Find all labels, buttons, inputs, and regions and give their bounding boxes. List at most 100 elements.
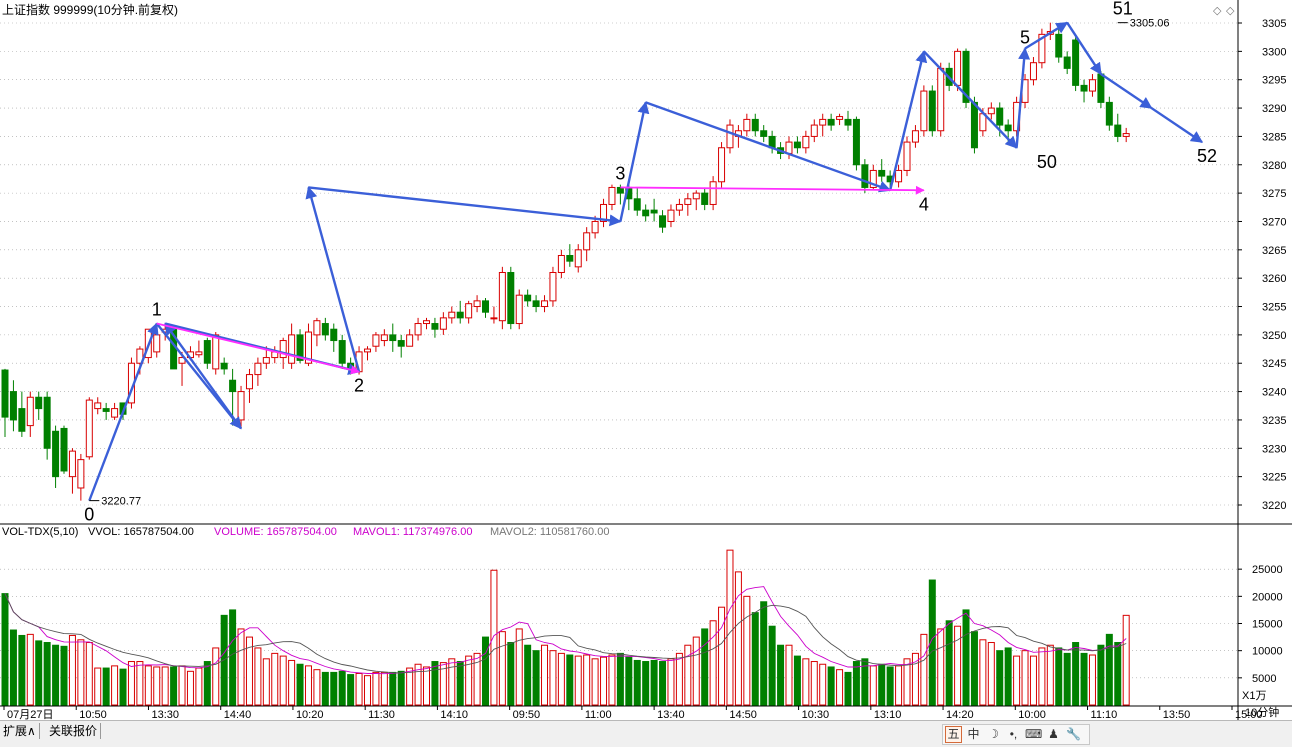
volume-tick-label: 15000 xyxy=(1252,619,1283,631)
time-label: 14:20 xyxy=(946,709,974,720)
candle-body xyxy=(1114,124,1122,137)
candle-body xyxy=(35,396,43,410)
candle-body xyxy=(321,323,329,336)
candle-body xyxy=(701,192,709,205)
volume-bar xyxy=(448,658,456,706)
candle-body xyxy=(810,124,818,137)
volume-bar xyxy=(1097,644,1105,706)
volume-bar xyxy=(237,628,245,706)
candle-body xyxy=(229,379,237,393)
wrench-icon[interactable]: 🔧 xyxy=(1065,726,1082,743)
volume-bar xyxy=(161,666,169,706)
volume-bar xyxy=(389,671,397,706)
volume-bar xyxy=(94,667,102,706)
tab-expand[interactable]: 扩展∧ xyxy=(0,723,40,739)
candle-body xyxy=(709,181,717,205)
moon-icon[interactable]: ☽ xyxy=(985,726,1002,743)
volume-bar xyxy=(970,631,978,706)
volume-bar xyxy=(1,593,9,706)
candle-body xyxy=(406,334,414,347)
volume-tick-label: 5000 xyxy=(1252,673,1276,685)
candle-body xyxy=(313,320,321,336)
volume-bar xyxy=(793,655,801,706)
diamond-icon[interactable]: ◇ xyxy=(1226,5,1235,17)
price-tick-label: 3275 xyxy=(1262,188,1286,200)
volume-bar xyxy=(119,668,127,706)
candle-body xyxy=(473,300,481,308)
candle-body xyxy=(431,323,439,330)
volume-bar xyxy=(321,671,329,706)
price-tick-label: 3235 xyxy=(1262,415,1286,427)
candle-body xyxy=(254,362,262,376)
diamond-icon[interactable]: ◇ xyxy=(1213,5,1222,17)
candle-body xyxy=(245,374,253,390)
volume-bar xyxy=(819,663,827,706)
candle-body xyxy=(802,135,810,149)
candle-body xyxy=(718,147,726,183)
five-icon[interactable]: 五 xyxy=(945,726,962,743)
candle-body xyxy=(338,340,346,364)
volume-bar xyxy=(111,665,119,706)
candle-body xyxy=(684,198,692,205)
volume-bar xyxy=(136,661,144,706)
volume-bar xyxy=(608,654,616,706)
volume-bar xyxy=(473,652,481,706)
volume-bar xyxy=(878,663,886,706)
candle-body xyxy=(1029,62,1037,81)
volume-bar xyxy=(996,650,1004,706)
status-bar: 扩展∧ 关联报价 五 中 ☽ •, ⌨ ♟ 🔧 xyxy=(0,720,1292,747)
volume-bar xyxy=(431,661,439,706)
candle-body xyxy=(1122,133,1130,137)
volume-bar xyxy=(35,640,43,706)
volume-bar xyxy=(144,665,152,706)
wave-label: 51 xyxy=(1113,0,1133,19)
volume-bar xyxy=(212,647,220,706)
candle-body xyxy=(1055,33,1063,58)
volume-bar xyxy=(675,652,683,706)
volume-bar xyxy=(338,670,346,706)
stock-chart[interactable]: 0 1 2 3 4 5 50 51 52 3220 3225 3230 3235 3240 3245 325… xyxy=(0,0,1292,720)
volume-bar xyxy=(262,658,270,706)
candle-body xyxy=(827,118,835,126)
candle-body xyxy=(9,391,17,421)
candle-body xyxy=(911,130,919,143)
candle-body xyxy=(557,254,565,274)
volume-bar xyxy=(718,606,726,706)
volume-bar xyxy=(397,670,405,706)
volume-tick-label: 10000 xyxy=(1252,646,1283,658)
volume-bar xyxy=(1105,633,1113,706)
candle-body xyxy=(675,203,683,211)
zhong-icon[interactable]: 中 xyxy=(965,726,982,743)
volume-bar xyxy=(1029,655,1037,706)
period-label[interactable]: 10分钟 xyxy=(1245,705,1279,719)
candle-body xyxy=(583,232,591,251)
volume-bar xyxy=(498,631,506,706)
price-tick-label: 3230 xyxy=(1262,443,1286,455)
indicator-name[interactable]: VOL-TDX(5,10) xyxy=(2,526,78,538)
candle-body xyxy=(954,50,962,86)
candle-body xyxy=(650,209,658,214)
candle-body xyxy=(60,427,68,472)
volume-bar xyxy=(26,633,34,706)
volume-bar xyxy=(1088,654,1096,706)
high-price-label: 3305.06 xyxy=(1130,18,1170,30)
volume-bar xyxy=(1114,642,1122,706)
user-icon[interactable]: ♟ xyxy=(1045,726,1062,743)
volume-bar xyxy=(895,665,903,706)
input-method-toolbar: 五 中 ☽ •, ⌨ ♟ 🔧 xyxy=(942,724,1090,745)
dot-comma-icon[interactable]: •, xyxy=(1005,726,1022,743)
keyboard-icon[interactable]: ⌨ xyxy=(1025,726,1042,743)
tab-related-quotes[interactable]: 关联报价 xyxy=(46,723,102,739)
candle-body xyxy=(970,101,978,149)
volume-bar xyxy=(549,650,557,706)
candle-body xyxy=(220,362,228,370)
candle-body xyxy=(760,130,768,137)
volume-bar xyxy=(288,659,296,706)
volume-bar xyxy=(482,636,490,706)
volume-bar xyxy=(456,661,464,706)
candle-body xyxy=(633,198,641,211)
volume-bar xyxy=(777,644,785,706)
time-label: 14:50 xyxy=(729,709,757,720)
candle-body xyxy=(262,357,270,364)
volume-bar xyxy=(1021,650,1029,706)
